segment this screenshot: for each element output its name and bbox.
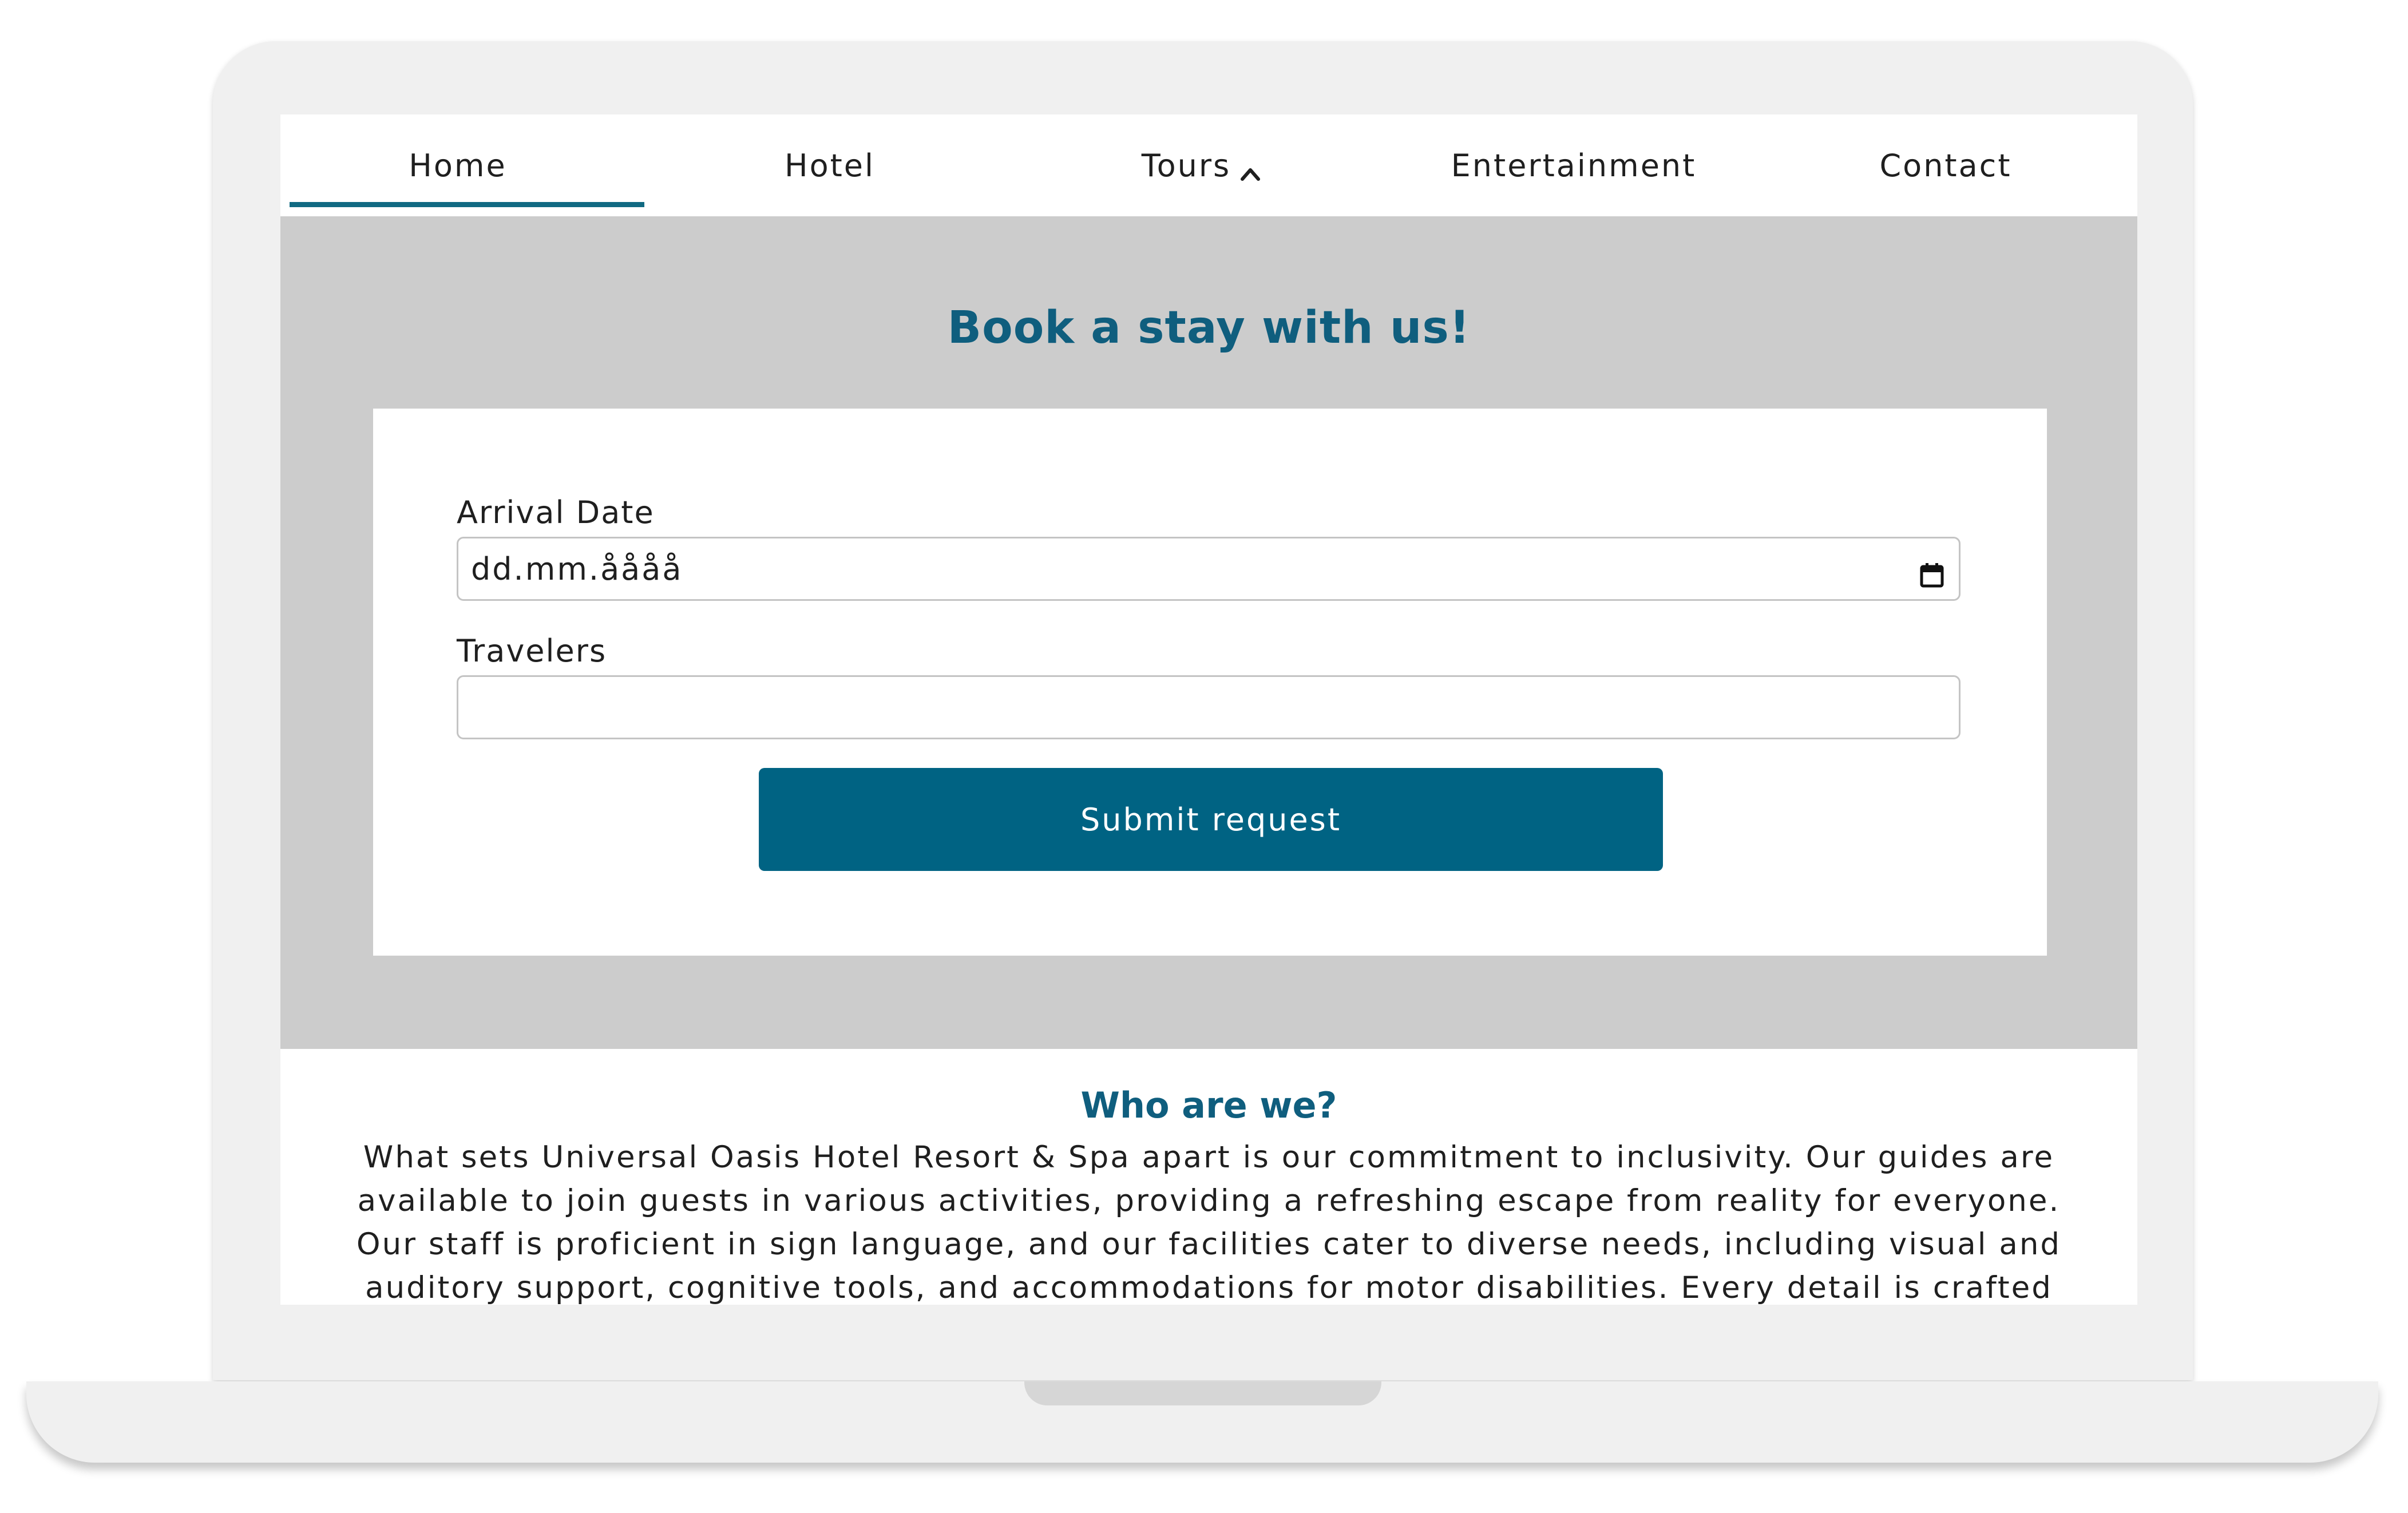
laptop-hinge-notch xyxy=(1024,1381,1381,1405)
travelers-label: Travelers xyxy=(457,633,607,669)
nav-item-label: Contact xyxy=(1879,147,2012,184)
main-navigation: Home Hotel Tours Entertainment Contact xyxy=(280,114,2137,216)
booking-title: Book a stay with us! xyxy=(947,302,1471,354)
nav-item-label: Entertainment xyxy=(1451,147,1697,184)
nav-item-hotel[interactable]: Hotel xyxy=(652,114,1007,216)
arrival-date-label: Arrival Date xyxy=(457,494,655,530)
booking-section: Book a stay with us! Arrival Date dd.mm.… xyxy=(280,216,2137,1049)
booking-form: Arrival Date dd.mm.åååå Travelers Submit… xyxy=(373,409,2047,956)
submit-request-button[interactable]: Submit request xyxy=(759,768,1663,871)
nav-item-entertainment[interactable]: Entertainment xyxy=(1396,114,1751,216)
about-title: Who are we? xyxy=(1080,1084,1337,1126)
nav-item-home[interactable]: Home xyxy=(280,114,644,216)
about-section: Who are we? What sets Universal Oasis Ho… xyxy=(280,1049,2137,1305)
about-paragraph: What sets Universal Oasis Hotel Resort &… xyxy=(356,1140,2062,1305)
calendar-icon[interactable] xyxy=(1920,559,1944,588)
active-tab-indicator xyxy=(290,202,644,207)
arrival-date-input[interactable]: dd.mm.åååå xyxy=(457,537,1961,601)
chevron-up-icon xyxy=(1239,156,1262,181)
laptop-mockup: Home Hotel Tours Entertainment Contact B… xyxy=(0,0,2408,1513)
travelers-input[interactable] xyxy=(457,675,1961,739)
nav-item-label: Home xyxy=(409,147,507,184)
arrival-date-placeholder: dd.mm.åååå xyxy=(471,550,683,587)
nav-item-label: Tours xyxy=(1141,147,1231,184)
nav-item-label: Hotel xyxy=(784,147,876,184)
nav-item-tours[interactable]: Tours xyxy=(1024,114,1379,216)
nav-item-contact[interactable]: Contact xyxy=(1768,114,2123,216)
browser-viewport: Home Hotel Tours Entertainment Contact B… xyxy=(280,114,2137,1305)
